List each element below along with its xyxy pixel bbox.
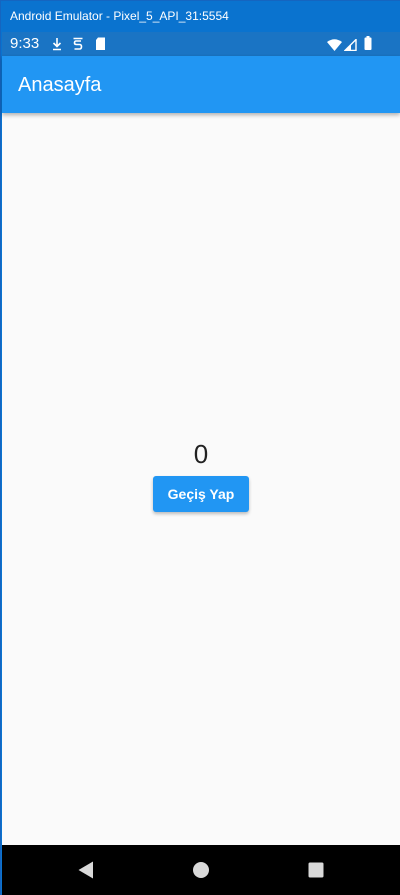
- emulator-window: Android Emulator - Pixel_5_API_31:5554 9…: [0, 0, 400, 895]
- s-notification-icon: [72, 37, 84, 56]
- window-title: Android Emulator - Pixel_5_API_31:5554: [1, 1, 400, 32]
- recents-icon[interactable]: [307, 860, 325, 885]
- download-notification-icon: [51, 37, 63, 56]
- navigate-button[interactable]: Geçiş Yap: [153, 476, 249, 512]
- status-bar: 9:33: [2, 32, 400, 56]
- signal-icon: [343, 37, 357, 56]
- home-icon[interactable]: [192, 860, 210, 885]
- app-bar: Anasayfa: [2, 56, 400, 113]
- back-icon[interactable]: [77, 860, 95, 885]
- status-time: 9:33: [10, 35, 40, 52]
- wifi-icon: [327, 38, 342, 56]
- page-title: Anasayfa: [18, 74, 102, 96]
- counter-value: 0: [193, 439, 209, 469]
- sd-card-icon: [95, 37, 106, 56]
- battery-icon: [364, 36, 372, 55]
- system-nav-bar: [2, 845, 400, 895]
- main-content: 0 Geçiş Yap: [2, 113, 400, 845]
